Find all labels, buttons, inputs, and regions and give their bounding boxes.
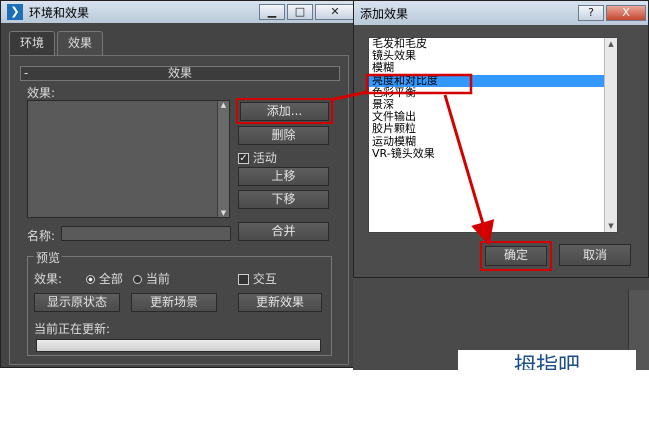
watermark: 拇指吧 — [458, 350, 636, 370]
arrow-item-to-ok — [443, 94, 495, 246]
selected-item-highlight — [365, 73, 473, 95]
arrow-add-to-list — [329, 90, 368, 102]
watermark-text: 拇指吧 — [513, 354, 580, 370]
